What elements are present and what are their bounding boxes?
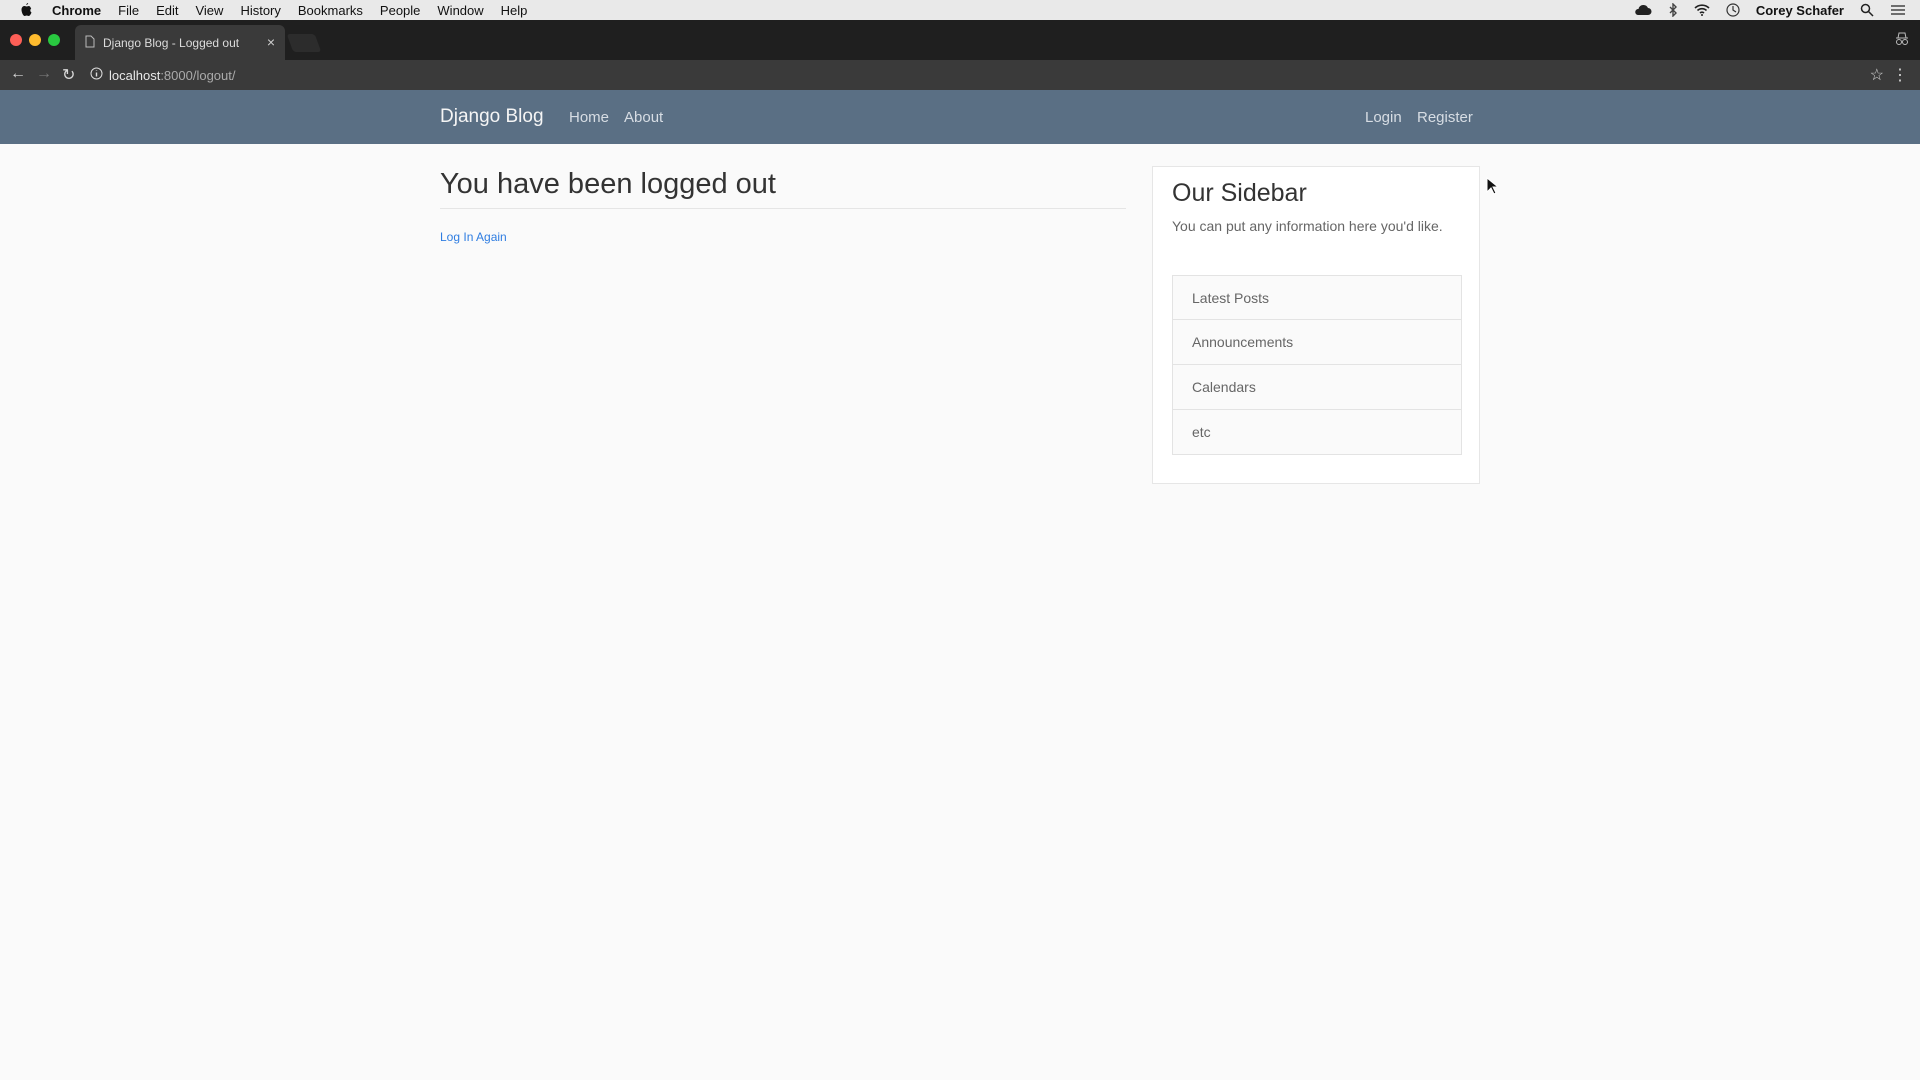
nav-login[interactable]: Login	[1365, 109, 1402, 126]
notification-center-icon[interactable]	[1890, 4, 1906, 16]
current-user-name[interactable]: Corey Schafer	[1756, 3, 1844, 18]
menu-bookmarks[interactable]: Bookmarks	[298, 3, 363, 18]
page-title: You have been logged out	[440, 168, 776, 200]
menu-file[interactable]: File	[118, 3, 139, 18]
site-navbar: Django Blog Home About Login Register	[0, 90, 1920, 144]
nav-register[interactable]: Register	[1417, 109, 1473, 126]
spotlight-search-icon[interactable]	[1860, 3, 1874, 17]
mouse-cursor-icon	[1486, 176, 1500, 200]
site-info-icon[interactable]	[90, 67, 103, 83]
site-brand[interactable]: Django Blog	[440, 106, 544, 128]
sidebar-item-announcements[interactable]: Announcements	[1172, 320, 1462, 365]
window-zoom-button[interactable]	[48, 34, 60, 46]
url-path: :8000/logout/	[160, 67, 236, 83]
reload-icon[interactable]: ↻	[62, 65, 75, 85]
menu-people[interactable]: People	[380, 3, 420, 18]
nav-home[interactable]: Home	[569, 109, 609, 126]
tab-close-icon[interactable]: ×	[267, 34, 275, 50]
sidebar-list: Latest Posts Announcements Calendars etc	[1172, 275, 1462, 455]
wifi-icon[interactable]	[1694, 4, 1710, 16]
bookmark-star-icon[interactable]: ☆	[1870, 65, 1884, 85]
incognito-profile-icon[interactable]	[1894, 31, 1910, 52]
new-tab-button[interactable]	[286, 34, 322, 52]
sidebar-heading: Our Sidebar	[1172, 179, 1307, 207]
bluetooth-icon[interactable]	[1668, 3, 1678, 17]
menu-window[interactable]: Window	[437, 3, 483, 18]
tab-title: Django Blog - Logged out	[103, 36, 240, 50]
url-host: localhost	[109, 67, 161, 83]
menu-history[interactable]: History	[240, 3, 280, 18]
sidebar-card: Our Sidebar You can put any information …	[1152, 166, 1480, 484]
menu-help[interactable]: Help	[501, 3, 528, 18]
address-bar[interactable]: localhost:8000/logout/	[90, 64, 1860, 86]
window-minimize-button[interactable]	[29, 34, 41, 46]
menu-app-chrome[interactable]: Chrome	[52, 3, 101, 18]
browser-toolbar: ← → ↻ localhost:8000/logout/ ☆ ⋮	[0, 60, 1920, 90]
menu-view[interactable]: View	[195, 3, 223, 18]
browser-tab-active[interactable]: Django Blog - Logged out ×	[75, 25, 285, 60]
sidebar-item-etc[interactable]: etc	[1172, 410, 1462, 455]
sidebar-description: You can put any information here you'd l…	[1172, 218, 1443, 234]
sidebar-item-calendars[interactable]: Calendars	[1172, 365, 1462, 410]
clock-icon[interactable]	[1726, 3, 1740, 17]
page-document-icon	[85, 35, 95, 51]
menu-edit[interactable]: Edit	[156, 3, 178, 18]
cloud-icon[interactable]	[1634, 4, 1652, 16]
browser-tab-strip: Django Blog - Logged out ×	[0, 20, 1920, 60]
browser-menu-icon[interactable]: ⋮	[1892, 65, 1908, 85]
macos-menu-bar: Chrome File Edit View History Bookmarks …	[0, 0, 1920, 20]
forward-arrow-icon[interactable]: →	[36, 65, 52, 83]
back-arrow-icon[interactable]: ←	[10, 65, 26, 83]
window-close-button[interactable]	[10, 34, 22, 46]
apple-logo-icon[interactable]	[20, 3, 34, 17]
sidebar-item-latest-posts[interactable]: Latest Posts	[1172, 275, 1462, 320]
menu-bar-status-area: Corey Schafer	[1634, 0, 1906, 20]
nav-about[interactable]: About	[624, 109, 663, 126]
log-in-again-link[interactable]: Log In Again	[440, 230, 507, 244]
title-divider	[440, 208, 1126, 209]
